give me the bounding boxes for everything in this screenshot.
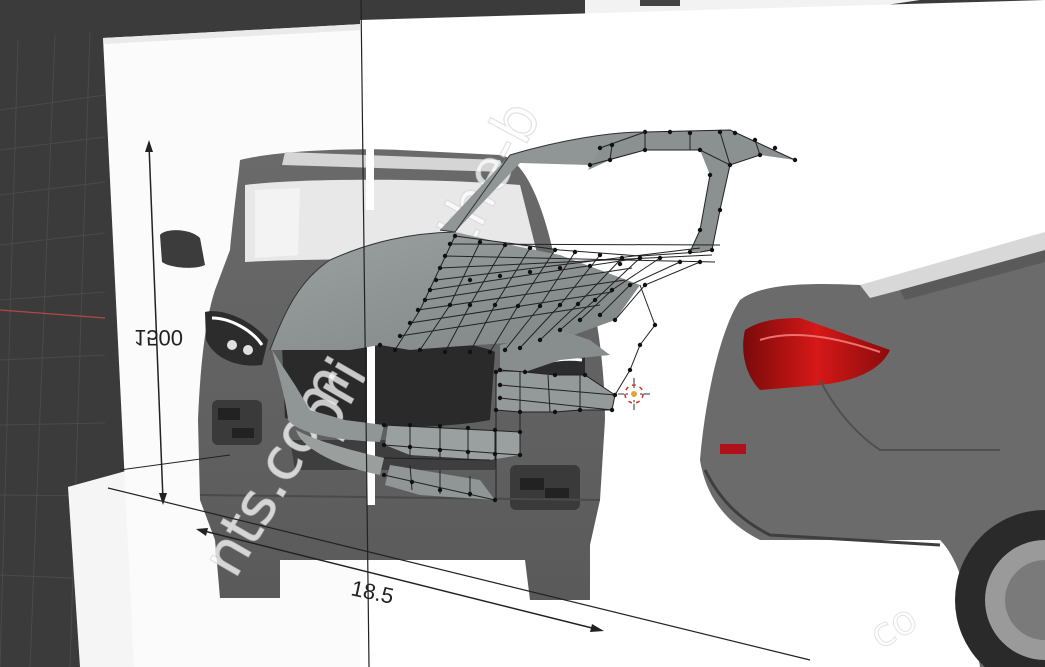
x-axis-line — [0, 309, 106, 319]
3d-viewport[interactable]: co 1500 18.5 the-b pri nts.com — [0, 0, 1045, 667]
side-reflector — [720, 444, 746, 454]
height-dimension-label: 1500 — [134, 325, 183, 350]
reference-seam-top — [366, 140, 374, 210]
viewport-scene[interactable]: co 1500 18.5 the-b pri nts.com — [0, 0, 1045, 667]
